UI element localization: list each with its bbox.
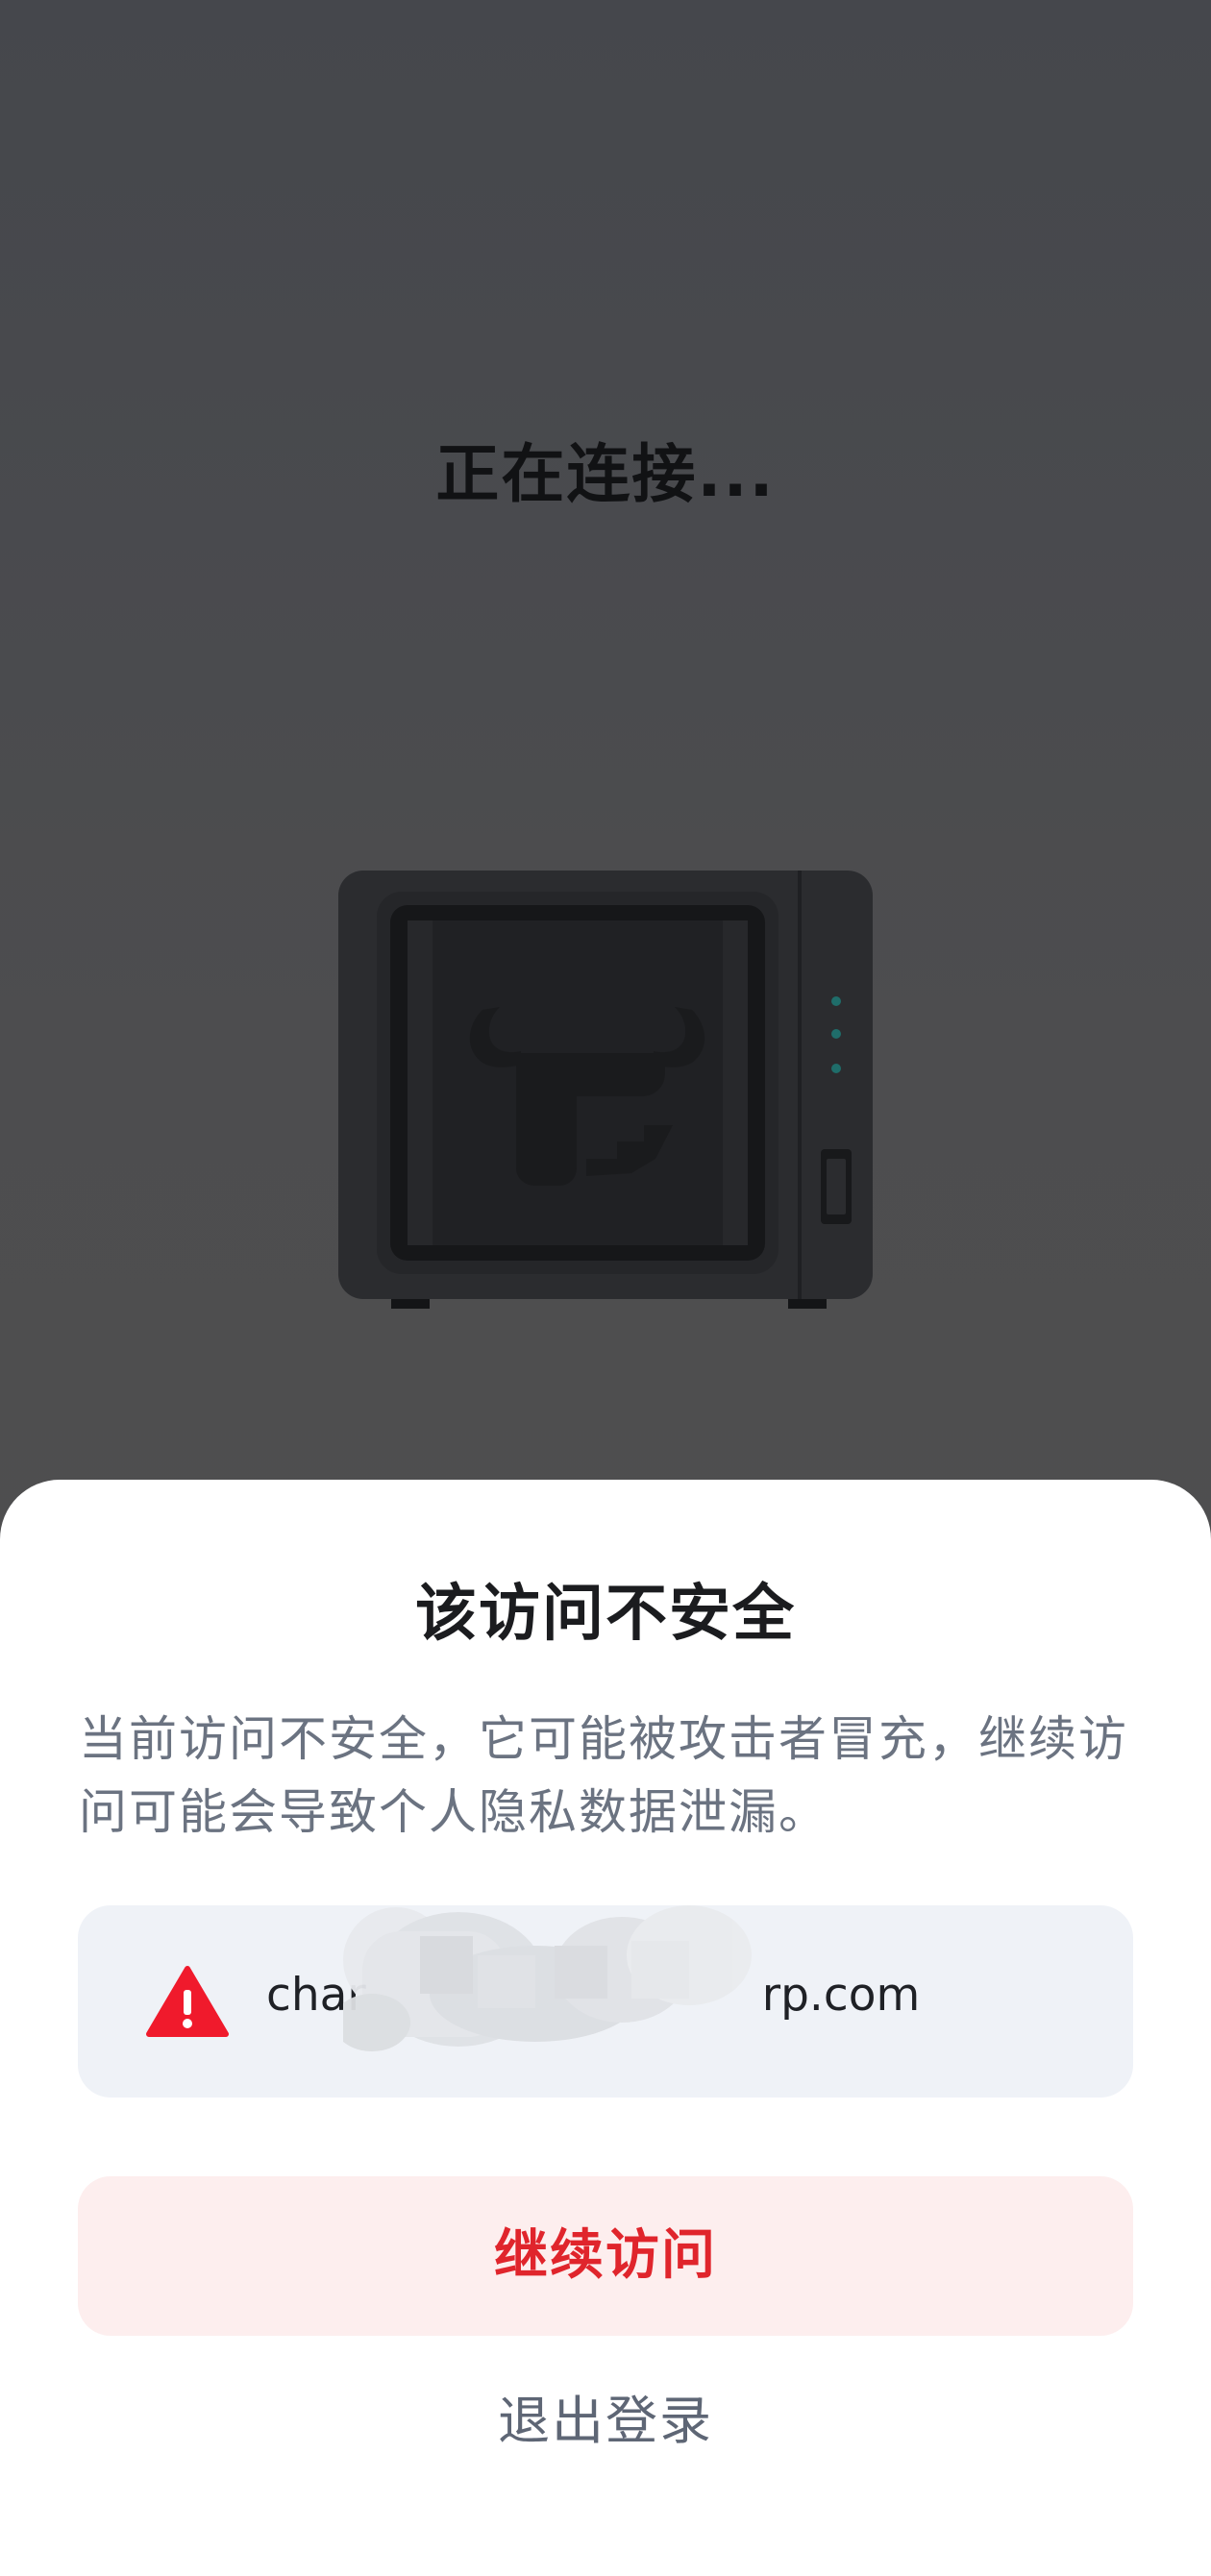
redaction-blur: [343, 1905, 752, 2051]
logout-button[interactable]: 退出登录: [0, 2373, 1211, 2469]
url-box: char rp.com: [78, 1905, 1133, 2098]
url-suffix: rp.com: [761, 1969, 921, 2022]
screen: 正在连接... 该访问不安全 当前访问不安全，它可能被攻击者冒充，继续访问可能会…: [0, 0, 1211, 2576]
connecting-status-text: 正在连接...: [435, 437, 776, 511]
nas-device-icon: [338, 871, 873, 1309]
warning-triangle-icon: [146, 1966, 229, 2037]
continue-access-button[interactable]: 继续访问: [78, 2176, 1133, 2336]
dialog-description: 当前访问不安全，它可能被攻击者冒充，继续访问可能会导致个人隐私数据泄漏。: [79, 1711, 1128, 1840]
security-warning-sheet: 该访问不安全 当前访问不安全，它可能被攻击者冒充，继续访问可能会导致个人隐私数据…: [0, 1480, 1211, 2576]
dialog-title: 该访问不安全: [415, 1579, 796, 1650]
